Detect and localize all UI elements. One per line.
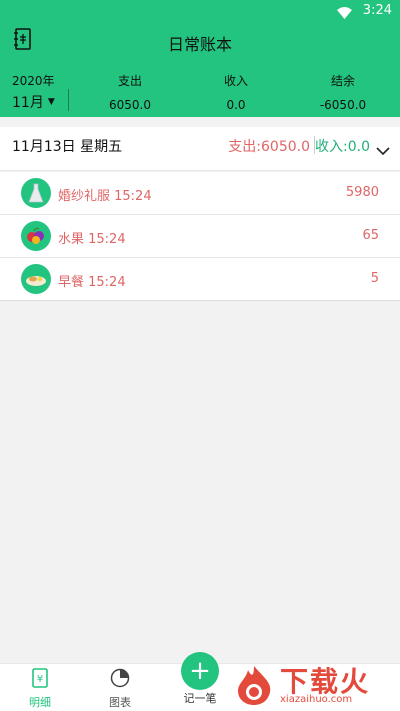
record-row[interactable]: 婚纱礼服 15:24 5980 [0, 172, 400, 215]
month-label: 11月 [12, 95, 44, 111]
detail-tab-icon: ¥ [32, 668, 48, 692]
record-row[interactable]: 早餐 15:24 5 [0, 258, 400, 301]
day-date: 11月13日 星期五 [12, 139, 123, 155]
caret-down-icon: ▼ [47, 97, 55, 107]
income-summary: 收入 0.0 [191, 72, 281, 112]
fruit-icon [21, 221, 51, 251]
plus-icon: + [189, 656, 211, 686]
wifi-icon [337, 4, 352, 23]
flame-logo-icon [238, 666, 271, 705]
balance-summary: 结余 -6050.0 [298, 72, 388, 112]
year-label: 2020年 [12, 74, 55, 88]
month-selector[interactable]: 11月 ▼ [12, 92, 55, 112]
watermark-url: xiazaihuo.com [280, 694, 353, 705]
record-row[interactable]: 水果 15:24 65 [0, 215, 400, 258]
record-amount: 5 [370, 271, 379, 286]
status-time: 3:24 [362, 3, 392, 18]
status-bar: 3:24 [0, 0, 400, 22]
app-bar: 日常账本 [0, 22, 400, 62]
record-name: 婚纱礼服 15:24 [58, 189, 152, 204]
record-list: 婚纱礼服 15:24 5980 水果 15:24 65 早餐 15:24 5 [0, 172, 400, 301]
summary-divider [68, 89, 69, 111]
tab-detail-label: 明细 [29, 696, 51, 709]
tab-chart-label: 图表 [109, 696, 131, 709]
day-group-header[interactable]: 11月13日 星期五 支出:6050.0 收入:0.0 [0, 127, 400, 171]
tab-chart[interactable]: 图表 [90, 668, 150, 710]
record-amount: 5980 [345, 185, 379, 200]
chevron-down-icon[interactable] [376, 141, 390, 156]
record-name: 水果 15:24 [58, 232, 126, 247]
wedding-dress-icon [21, 178, 51, 208]
tab-detail[interactable]: ¥ 明细 [10, 668, 70, 710]
balance-value: -6050.0 [319, 98, 367, 112]
month-summary: 2020年 11月 ▼ 支出 6050.0 收入 0.0 结余 -6050.0 [0, 62, 400, 117]
expense-label: 支出 [117, 74, 142, 88]
day-expense: 支出:6050.0 [228, 139, 310, 155]
tab-add-label: 记一笔 [183, 692, 217, 705]
add-record-button[interactable]: + [181, 652, 219, 690]
record-name: 早餐 15:24 [58, 275, 126, 290]
record-amount: 65 [362, 228, 379, 243]
breakfast-icon [21, 264, 51, 294]
pie-chart-icon [110, 668, 130, 692]
day-income: 收入:0.0 [315, 139, 370, 155]
income-label: 收入 [223, 74, 248, 88]
expense-summary: 支出 6050.0 [85, 72, 175, 112]
expense-value: 6050.0 [109, 98, 151, 112]
income-value: 0.0 [226, 98, 246, 112]
page-title: 日常账本 [167, 35, 232, 54]
svg-text:¥: ¥ [37, 674, 43, 685]
site-watermark: 下载火 xiazaihuo.com [232, 660, 396, 710]
balance-label: 结余 [330, 74, 355, 88]
